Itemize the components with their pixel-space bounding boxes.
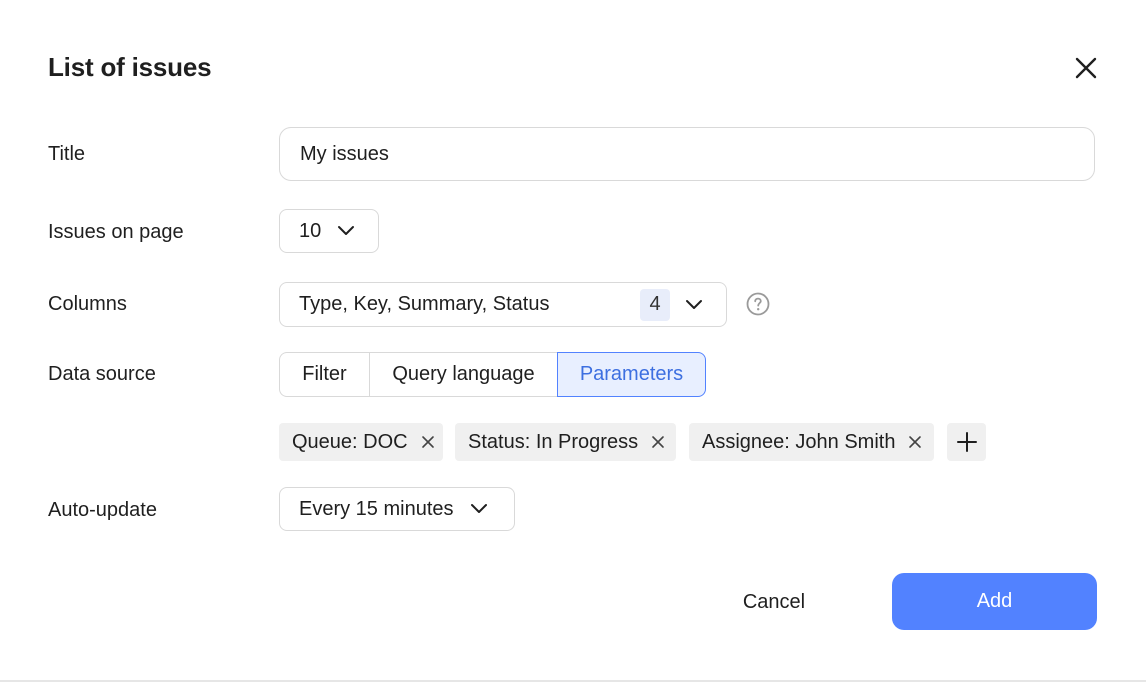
plus-icon xyxy=(956,432,977,452)
tab-filter[interactable]: Filter xyxy=(279,352,369,397)
issues-on-page-select[interactable]: 10 xyxy=(279,209,379,253)
tab-parameters[interactable]: Parameters xyxy=(557,352,706,397)
add-button-label: Add xyxy=(976,590,1013,612)
cancel-button[interactable]: Cancel xyxy=(720,574,828,630)
tab-query-language[interactable]: Query language xyxy=(369,352,557,397)
chip-label: Assignee: John Smith xyxy=(702,430,896,453)
parameter-chip-status: Status: In Progress xyxy=(455,423,676,461)
chevron-down-icon xyxy=(470,503,488,515)
close-icon xyxy=(1075,57,1097,79)
columns-count-badge: 4 xyxy=(640,288,670,321)
chevron-down-icon xyxy=(685,299,703,311)
title-input[interactable]: My issues xyxy=(279,127,1095,181)
tab-parameters-label: Parameters xyxy=(579,363,684,385)
columns-label: Columns xyxy=(48,293,127,315)
chip-label: Status: In Progress xyxy=(468,430,639,453)
chevron-down-icon xyxy=(337,225,355,237)
dialog-title: List of issues xyxy=(48,52,212,82)
issues-on-page-value: 10 xyxy=(299,219,322,242)
list-of-issues-dialog: List of issues Title My issues Issues on… xyxy=(0,0,1146,682)
data-source-label: Data source xyxy=(48,363,156,385)
parameter-chip-queue: Queue: DOC xyxy=(279,423,443,461)
title-label: Title xyxy=(48,143,86,165)
auto-update-select[interactable]: Every 15 minutes xyxy=(279,487,515,531)
auto-update-value: Every 15 minutes xyxy=(299,497,454,520)
title-input-value: My issues xyxy=(300,142,389,165)
question-circle-icon[interactable] xyxy=(746,292,770,316)
remove-chip-icon[interactable] xyxy=(905,432,925,452)
tab-query-language-label: Query language xyxy=(392,363,535,385)
add-parameter-button[interactable] xyxy=(947,423,986,461)
columns-value: Type, Key, Summary, Status xyxy=(299,293,550,315)
parameter-chip-assignee: Assignee: John Smith xyxy=(689,423,934,461)
chip-label: Queue: DOC xyxy=(292,430,408,453)
columns-select[interactable]: Type, Key, Summary, Status 4 xyxy=(279,282,727,327)
tab-filter-label: Filter xyxy=(302,363,347,385)
add-button[interactable]: Add xyxy=(892,573,1097,630)
close-button[interactable] xyxy=(1068,50,1104,86)
remove-chip-icon[interactable] xyxy=(418,432,438,452)
remove-chip-icon[interactable] xyxy=(648,432,668,452)
auto-update-label: Auto-update xyxy=(48,499,157,521)
issues-on-page-label: Issues on page xyxy=(48,221,184,243)
cancel-button-label: Cancel xyxy=(742,590,806,613)
